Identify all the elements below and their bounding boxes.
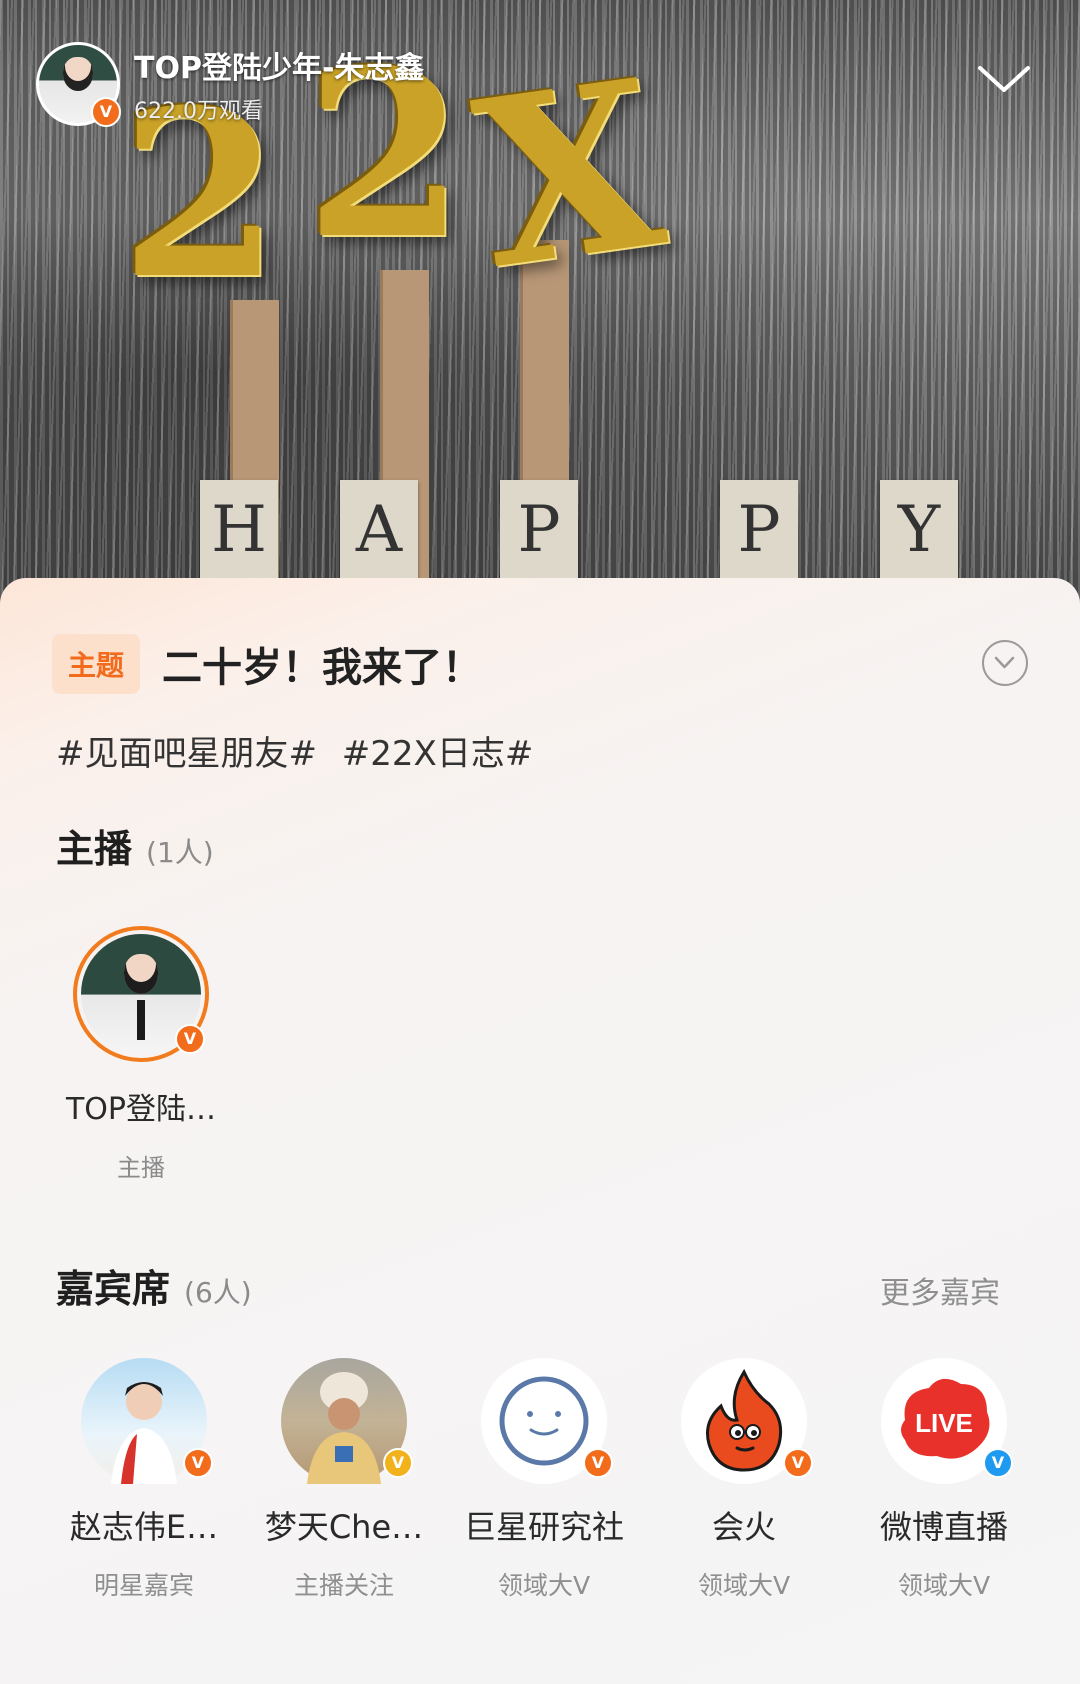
viewer-count: 622.0万观看 (134, 99, 263, 124)
host-name: TOP登陆… (65, 1092, 217, 1127)
guest-avatar[interactable]: LIVE V (881, 1358, 1013, 1484)
guest-card[interactable]: V 梦天Che… 主播关注 (244, 1358, 444, 1602)
guest-heading: 嘉宾席 (56, 1267, 171, 1311)
stream-header: V TOP登陆少年-朱志鑫 622.0万观看 (36, 42, 424, 127)
collapse-chevron-button[interactable] (976, 60, 1032, 100)
host-avatar[interactable]: V (73, 926, 209, 1062)
live-info-sheet: 主题 二十岁！我来了！ #见面吧星朋友# #22X日志# 主播 (1人) V T… (0, 578, 1080, 1684)
guest-section-header: 嘉宾席 (6人) (56, 1258, 252, 1313)
topic-title: 二十岁！我来了！ (162, 645, 483, 691)
guest-role: 领域大V (697, 1571, 791, 1600)
banner-letter: A (340, 480, 418, 580)
chevron-down-icon (978, 66, 1030, 92)
streamer-avatar[interactable]: V (36, 42, 121, 127)
topic-row: 主题 二十岁！我来了！ (52, 634, 1028, 694)
balloon-letter: X (462, 28, 677, 322)
guest-role: 明星嘉宾 (93, 1571, 194, 1600)
topic-tag: 主题 (52, 634, 141, 694)
banner-letter: H (200, 480, 278, 580)
chevron-down-icon (994, 656, 1015, 669)
banner-letter: P (500, 480, 578, 580)
avatar-photo (63, 57, 93, 91)
guest-avatar[interactable]: V (81, 1358, 213, 1484)
guest-avatar[interactable]: V (681, 1358, 813, 1484)
verified-badge-icon: V (583, 1448, 613, 1478)
host-face (124, 954, 158, 994)
guest-count: (6人) (184, 1276, 252, 1309)
host-role: 主播 (117, 1154, 165, 1182)
hashtag-link[interactable]: #22X日志# (342, 734, 534, 774)
guest-role: 主播关注 (293, 1571, 394, 1600)
guest-avatar[interactable]: V (481, 1358, 613, 1484)
guest-name: 巨星研究社 (463, 1508, 624, 1546)
verified-badge-icon: V (783, 1448, 813, 1478)
host-count: (1人) (146, 836, 214, 869)
guest-name: 会火 (711, 1508, 776, 1546)
hashtag-link[interactable]: #见面吧星朋友# (56, 734, 317, 774)
guest-card[interactable]: V 赵志伟E… 明星嘉宾 (44, 1358, 244, 1602)
verified-badge-icon: V (91, 97, 121, 127)
host-tie (137, 1000, 145, 1040)
guest-card[interactable]: V 会火 领域大V (644, 1358, 844, 1602)
svg-text:LIVE: LIVE (915, 1408, 973, 1438)
verified-badge-icon: V (983, 1448, 1013, 1478)
host-card[interactable]: V TOP登陆… 主播 (56, 926, 226, 1183)
host-heading: 主播 (56, 827, 133, 871)
verified-badge-icon: V (183, 1448, 213, 1478)
verified-badge-icon: V (383, 1448, 413, 1478)
banner-letter: P (720, 480, 798, 580)
more-guests-link[interactable]: 更多嘉宾 (880, 1268, 1000, 1312)
host-section-header: 主播 (1人) (56, 818, 214, 873)
banner-letter: Y (880, 480, 958, 580)
guest-card[interactable]: V 巨星研究社 领域大V (444, 1358, 644, 1602)
guest-role: 领域大V (897, 1571, 991, 1600)
hashtag-list: #见面吧星朋友# #22X日志# (56, 726, 547, 775)
guest-role: 领域大V (497, 1571, 591, 1600)
stream-title[interactable]: TOP登陆少年-朱志鑫 (134, 43, 424, 87)
guest-card[interactable]: LIVE V 微博直播 领域大V (844, 1358, 1044, 1602)
guest-name: 赵志伟E… (69, 1508, 219, 1546)
guest-name: 微博直播 (879, 1508, 1008, 1546)
verified-badge-icon: V (175, 1024, 205, 1054)
expand-topic-button[interactable] (982, 640, 1028, 686)
guest-list: V 赵志伟E… 明星嘉宾 V 梦天Che… 主播关注 V 巨星研究社 领域大V … (44, 1358, 1044, 1602)
guest-avatar[interactable]: V (281, 1358, 413, 1484)
guest-name: 梦天Che… (264, 1508, 424, 1546)
